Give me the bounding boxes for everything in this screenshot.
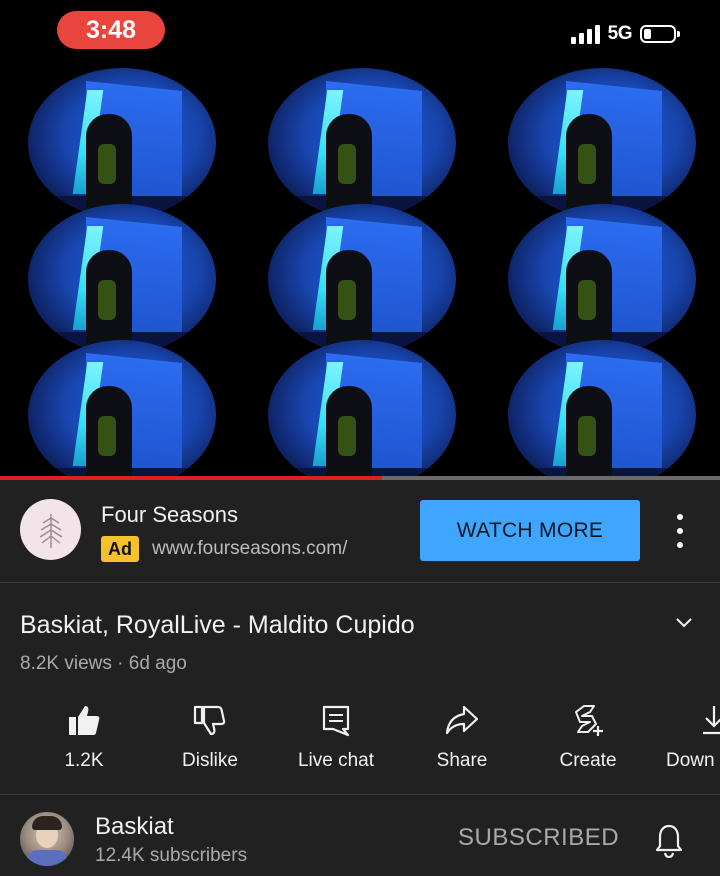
signal-icon	[570, 24, 600, 44]
dislike-label: Dislike	[182, 750, 238, 771]
dislike-button[interactable]: Dislike	[174, 702, 246, 778]
video-frame-tile	[28, 68, 216, 218]
download-button[interactable]: Down	[666, 702, 720, 778]
video-frame-tile	[28, 204, 216, 354]
meta-separator: ·	[117, 653, 124, 674]
channel-name[interactable]: Baskiat	[95, 813, 174, 841]
video-frame-tile	[508, 340, 696, 476]
download-label: Down	[666, 750, 715, 771]
live-chat-label: Live chat	[297, 750, 375, 771]
battery-icon	[640, 25, 680, 43]
video-frame-tile	[268, 204, 456, 354]
tree-leaf-icon[interactable]	[20, 499, 81, 560]
video-frame-tile	[508, 204, 696, 354]
network-type: 5G	[607, 23, 633, 44]
share-icon	[444, 702, 480, 738]
subscriber-count: 12.4K subscribers	[95, 845, 248, 866]
live-chat-button[interactable]: Live chat	[290, 702, 382, 778]
status-indicators: 5G	[570, 22, 680, 46]
video-frame-tile	[268, 68, 456, 218]
more-vertical-icon[interactable]	[668, 514, 692, 548]
video-frame-tile	[28, 340, 216, 476]
upload-age: 6d ago	[128, 653, 187, 674]
chat-icon	[318, 702, 354, 738]
video-player[interactable]: 3:48 5G	[0, 0, 720, 476]
like-button[interactable]: 1.2K	[56, 702, 112, 778]
subscribed-button[interactable]: SUBSCRIBED	[458, 824, 619, 852]
watch-more-button[interactable]: WATCH MORE	[420, 500, 640, 561]
share-button[interactable]: Share	[430, 702, 494, 778]
video-frame-tile	[508, 68, 696, 218]
bell-icon[interactable]	[654, 822, 684, 858]
create-icon	[570, 702, 606, 738]
ad-banner[interactable]: Four Seasons Ad www.fourseasons.com/ WAT…	[0, 480, 720, 582]
ad-advertiser[interactable]: Four Seasons	[101, 502, 238, 528]
avatar[interactable]	[20, 812, 74, 866]
like-count: 1.2K	[64, 750, 104, 771]
divider	[0, 794, 720, 795]
chevron-down-icon[interactable]	[674, 616, 694, 630]
share-label: Share	[436, 750, 488, 771]
video-meta: 8.2K views · 6d ago	[20, 653, 187, 675]
video-title[interactable]: Baskiat, RoyalLive - Maldito Cupido	[20, 611, 415, 640]
create-label: Create	[559, 750, 617, 771]
video-frame-tile	[268, 340, 456, 476]
divider	[0, 582, 720, 583]
ad-badge: Ad	[101, 536, 139, 562]
status-time: 3:48	[57, 11, 165, 49]
view-count: 8.2K views	[20, 653, 112, 674]
ad-url[interactable]: www.fourseasons.com/	[152, 538, 347, 560]
download-icon	[696, 702, 720, 738]
thumbs-down-icon	[192, 702, 228, 738]
create-button[interactable]: Create	[552, 702, 624, 778]
thumbs-up-icon	[66, 702, 102, 738]
